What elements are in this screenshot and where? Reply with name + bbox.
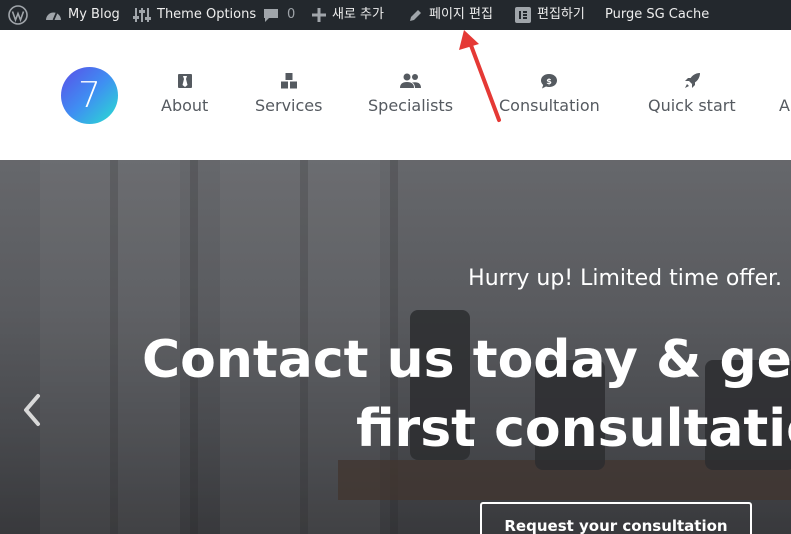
- elementor-icon: [515, 7, 531, 23]
- nav-item-quick-start[interactable]: Quick start: [648, 72, 736, 115]
- sliders-icon: [133, 8, 151, 22]
- nav-label-quick-start: Quick start: [648, 96, 736, 115]
- dashboard-gauge-icon: [46, 12, 61, 21]
- site-name-label: My Blog: [68, 7, 120, 22]
- nav-label-services: Services: [255, 96, 323, 115]
- hero-subtitle: Hurry up! Limited time offer.: [468, 266, 782, 291]
- comments-count: 0: [287, 7, 296, 22]
- comments-menu[interactable]: 0: [263, 0, 295, 30]
- hero-slider: Hurry up! Limited time offer. Contact us…: [0, 160, 791, 534]
- comment-dollar-icon: $: [541, 74, 558, 89]
- theme-options-label: Theme Options: [157, 7, 257, 22]
- wordpress-logo-icon: [8, 5, 28, 25]
- elementor-edit-label: 편집하기: [537, 7, 585, 22]
- users-icon: [399, 73, 421, 88]
- admin-bar: My Blog Theme Options 0 새로 추가 페이지 편집 편집하…: [0, 0, 791, 30]
- purge-cache-label: Purge SG Cache: [605, 7, 710, 22]
- nav-item-consultation[interactable]: $ Consultation: [499, 72, 600, 115]
- request-consultation-button[interactable]: Request your consultation: [480, 502, 752, 534]
- nav-item-services[interactable]: Services: [255, 72, 322, 115]
- purge-cache-button[interactable]: Purge SG Cache: [605, 0, 709, 30]
- nav-label-specialists: Specialists: [368, 96, 454, 115]
- comment-bubble-icon: [264, 8, 278, 22]
- elementor-edit-link[interactable]: 편집하기: [515, 0, 585, 30]
- new-content-menu[interactable]: 새로 추가: [312, 0, 384, 30]
- site-logo[interactable]: 7: [61, 67, 118, 124]
- more-icon: [779, 72, 790, 90]
- wordpress-logo-button[interactable]: [8, 0, 28, 30]
- slider-prev-arrow-icon[interactable]: [20, 392, 44, 428]
- theme-options-menu[interactable]: Theme Options: [133, 0, 256, 30]
- tie-icon: [177, 74, 192, 88]
- edit-page-link[interactable]: 페이지 편집: [408, 0, 493, 30]
- nav-label-consultation: Consultation: [499, 96, 600, 115]
- hero-title-line1: Contact us today & ge: [142, 330, 791, 390]
- rocket-icon: [684, 73, 700, 88]
- nav-item-specialists[interactable]: Specialists: [368, 72, 453, 115]
- site-name-menu[interactable]: My Blog: [45, 0, 120, 30]
- svg-text:$: $: [547, 77, 553, 86]
- nav-label-more: A: [779, 96, 790, 115]
- new-content-label: 새로 추가: [332, 7, 384, 22]
- boxes-icon: [280, 73, 297, 89]
- nav-item-about[interactable]: About: [161, 72, 208, 115]
- nav-label-about: About: [161, 96, 209, 115]
- site-header: 7 About Services Specialists $ Consultat…: [0, 30, 791, 161]
- nav-item-more[interactable]: A: [779, 72, 790, 115]
- edit-page-label: 페이지 편집: [429, 7, 493, 22]
- pencil-icon: [410, 9, 421, 21]
- hero-title-line2: first consultatio: [356, 399, 791, 459]
- plus-icon: [312, 8, 326, 22]
